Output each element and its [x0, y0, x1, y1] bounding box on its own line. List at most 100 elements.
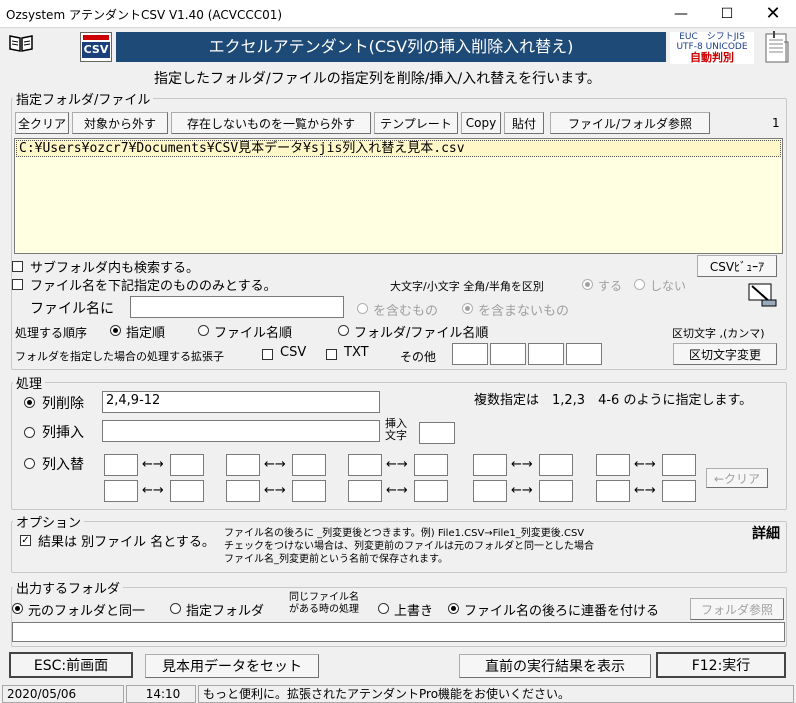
- delete-column-input[interactable]: 2,4,9-12: [102, 391, 380, 413]
- remove-from-target-button[interactable]: 対象から外す: [72, 112, 168, 134]
- file-count: 1: [772, 116, 780, 130]
- include-subfolders-checkbox[interactable]: [12, 261, 23, 272]
- swap-arrow-icon: ←→: [511, 483, 533, 498]
- order-filename-radio[interactable]: [198, 325, 209, 336]
- output-legend: 出力するフォルダ: [13, 578, 124, 597]
- ext-csv-checkbox[interactable]: [262, 349, 273, 360]
- clipboard-icon[interactable]: [762, 30, 792, 66]
- file-list[interactable]: C:¥Users¥ozcr7¥Documents¥CSV見本データ¥sjis列入…: [14, 138, 783, 254]
- order-specified-radio[interactable]: [110, 325, 121, 336]
- contains-radio[interactable]: [357, 303, 368, 314]
- swap-arrow-icon: ←→: [264, 483, 286, 498]
- show-last-result-button[interactable]: 直前の実行結果を表示: [459, 654, 651, 678]
- swap-arrow-icon: ←→: [386, 457, 408, 472]
- encoding-badge: EUC シフトJIS UTF-8 UNICODE 自動判別: [670, 32, 754, 64]
- swap-from-input[interactable]: [348, 480, 382, 502]
- status-message: もっと便利に。拡張されたアテンダントPro機能をお使いください。: [198, 685, 794, 703]
- set-sample-data-button[interactable]: 見本用データをセット: [145, 654, 319, 678]
- insert-char-input[interactable]: [419, 422, 455, 444]
- insert-column-input[interactable]: [102, 420, 380, 442]
- swap-from-input[interactable]: [226, 480, 260, 502]
- close-icon[interactable]: ✕: [750, 0, 796, 28]
- order-filename-label: ファイル名順: [214, 326, 293, 341]
- swap-from-input[interactable]: [596, 480, 630, 502]
- swap-arrow-icon: ←→: [264, 457, 286, 472]
- swap-from-input[interactable]: [226, 454, 260, 476]
- list-item[interactable]: C:¥Users¥ozcr7¥Documents¥CSV見本データ¥sjis列入…: [16, 140, 781, 157]
- csv-viewer-button[interactable]: CSVﾋﾞｭｰｱ: [697, 255, 777, 277]
- swap-to-input[interactable]: [539, 480, 573, 502]
- remove-missing-button[interactable]: 存在しないものを一覧から外す: [171, 112, 371, 134]
- order-folder-radio[interactable]: [338, 325, 349, 336]
- not-contains-label: を含まないもの: [478, 304, 570, 319]
- template-button[interactable]: テンプレート: [374, 112, 458, 134]
- ext-csv-label: CSV: [280, 345, 307, 360]
- swap-to-input[interactable]: [539, 454, 573, 476]
- paste-button[interactable]: 貼付: [504, 112, 544, 134]
- append-number-radio[interactable]: [448, 603, 459, 614]
- encoding-line-3: 自動判別: [690, 51, 734, 64]
- swap-to-input[interactable]: [170, 480, 204, 502]
- output-folder-browse-button[interactable]: フォルダ参照: [690, 598, 784, 620]
- separate-file-checkbox[interactable]: ✓: [20, 535, 31, 546]
- swap-from-input[interactable]: [473, 454, 507, 476]
- specified-folder-label: 指定フォルダ: [186, 604, 265, 619]
- clear-all-button[interactable]: 全クリア: [15, 112, 69, 134]
- filename-input[interactable]: [130, 296, 344, 318]
- ext-txt-checkbox[interactable]: [326, 349, 337, 360]
- edit-pen-icon[interactable]: [746, 280, 778, 308]
- swap-clear-button[interactable]: ←クリア: [706, 468, 768, 488]
- book-icon[interactable]: [8, 34, 34, 52]
- swap-arrow-icon: ←→: [634, 457, 656, 472]
- delete-column-radio[interactable]: [24, 397, 35, 408]
- copy-button[interactable]: Copy: [461, 112, 501, 134]
- ext-other-input-1[interactable]: [452, 343, 488, 365]
- case-no-label: しない: [650, 279, 687, 293]
- swap-to-input[interactable]: [292, 480, 326, 502]
- case-no-radio[interactable]: [634, 279, 645, 290]
- swap-column-radio[interactable]: [24, 458, 35, 469]
- status-time: 14:10: [126, 685, 196, 703]
- swap-from-input[interactable]: [104, 454, 138, 476]
- detail-link[interactable]: 詳細: [752, 523, 780, 543]
- options-note-line-2: チェックをつけない場合は、列変更前のファイルは元のフォルダと同一とした場合: [224, 541, 594, 552]
- filename-filter-checkbox[interactable]: [12, 279, 23, 290]
- swap-to-input[interactable]: [414, 454, 448, 476]
- file-folder-browse-button[interactable]: ファイル/フォルダ参照: [550, 112, 710, 134]
- swap-column-label: 列入替: [42, 457, 84, 473]
- maximize-icon[interactable]: ☐: [704, 0, 750, 28]
- swap-to-input[interactable]: [292, 454, 326, 476]
- swap-arrow-icon: ←→: [511, 457, 533, 472]
- not-contains-radio[interactable]: [462, 303, 473, 314]
- insert-column-radio[interactable]: [24, 427, 35, 438]
- case-yes-radio[interactable]: [582, 279, 593, 290]
- swap-to-input[interactable]: [662, 454, 696, 476]
- esc-back-button[interactable]: ESC:前画面: [9, 652, 133, 678]
- insert-char-label-line-2: 文字: [385, 429, 407, 442]
- minimize-icon[interactable]: —: [658, 0, 704, 28]
- swap-arrow-icon: ←→: [142, 483, 164, 498]
- output-folder-path-input[interactable]: [12, 622, 785, 642]
- same-name-label-line-1: 同じファイル名: [289, 592, 359, 603]
- overwrite-radio[interactable]: [378, 603, 389, 614]
- delimiter-label: 区切文字 ,(カンマ): [672, 327, 765, 340]
- insert-column-label: 列挿入: [42, 425, 84, 441]
- ext-other-input-4[interactable]: [566, 343, 602, 365]
- swap-from-input[interactable]: [348, 454, 382, 476]
- swap-from-input[interactable]: [596, 454, 630, 476]
- swap-to-input[interactable]: [414, 480, 448, 502]
- specified-folder-radio[interactable]: [170, 603, 181, 614]
- ext-other-input-2[interactable]: [490, 343, 526, 365]
- multi-spec-hint: 複数指定は 1,2,3 4-6 のように指定します。: [474, 393, 753, 408]
- delimiter-change-button[interactable]: 区切文字変更: [673, 343, 777, 365]
- swap-to-input[interactable]: [170, 454, 204, 476]
- ext-other-input-3[interactable]: [528, 343, 564, 365]
- same-folder-radio[interactable]: [12, 603, 23, 614]
- run-button[interactable]: F12:実行: [656, 652, 786, 678]
- options-note: ファイル名の後ろに _列変更後とつきます。例) File1.CSV→File1_…: [224, 527, 594, 566]
- contains-label: を含むもの: [373, 304, 439, 319]
- swap-to-input[interactable]: [662, 480, 696, 502]
- swap-from-input[interactable]: [473, 480, 507, 502]
- include-subfolders-label: サブフォルダ内も検索する。: [30, 261, 200, 276]
- swap-from-input[interactable]: [104, 480, 138, 502]
